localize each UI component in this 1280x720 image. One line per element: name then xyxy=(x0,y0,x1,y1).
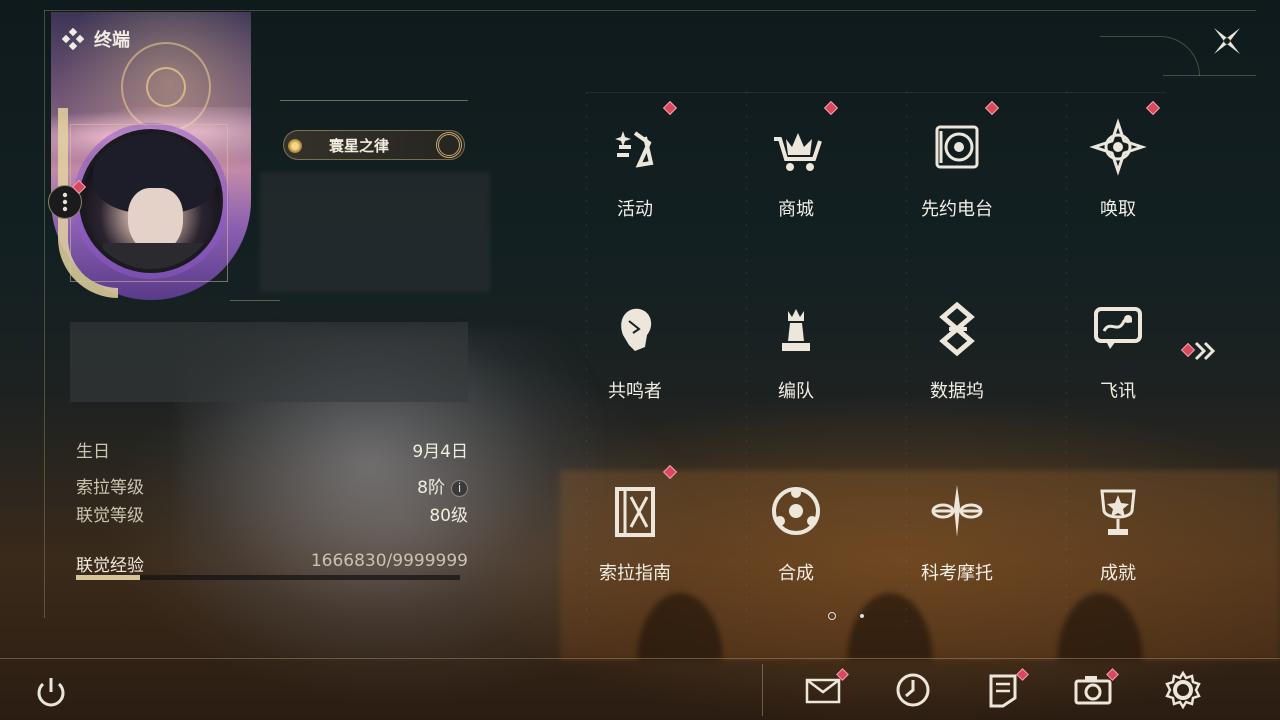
avatar-frame xyxy=(70,124,228,282)
orb-icon xyxy=(436,132,462,158)
menu-item[interactable]: 飞讯 xyxy=(1038,279,1198,461)
menu-item[interactable]: 活动 xyxy=(555,97,715,279)
notification-badge xyxy=(823,100,839,116)
message-icon xyxy=(1094,307,1142,349)
frame-line-top xyxy=(44,10,1256,11)
data-bank-icon xyxy=(939,301,975,357)
menu-item-label: 索拉指南 xyxy=(599,563,671,584)
sun-icon xyxy=(288,139,302,153)
menu-item-label: 先约电台 xyxy=(921,199,993,220)
info-row-union-level: 联觉等级 80级 xyxy=(76,501,468,526)
page-title: 终端 xyxy=(94,30,130,51)
exp-progress-fill xyxy=(76,575,140,580)
info-row-sol-rank: 索拉等级 8阶 i xyxy=(76,473,468,498)
menu-item-label: 科考摩托 xyxy=(921,563,993,584)
mail-button[interactable] xyxy=(803,668,849,710)
close-button[interactable] xyxy=(1206,20,1248,62)
power-icon xyxy=(37,678,65,707)
info-value: 80级 xyxy=(429,506,468,526)
menu-item[interactable]: 商城 xyxy=(716,97,876,279)
blurred-signature xyxy=(70,322,468,402)
motorbike-icon xyxy=(931,485,983,537)
clock-button[interactable] xyxy=(893,670,933,710)
menu-item-label: 飞讯 xyxy=(1100,381,1136,402)
achievement-icon xyxy=(1100,489,1136,535)
menu-item-label: 唤取 xyxy=(1100,199,1136,220)
info-value: 8阶 xyxy=(417,478,445,498)
blurred-region xyxy=(260,172,490,292)
menu-item-label: 成就 xyxy=(1100,563,1136,584)
menu-item-label: 商城 xyxy=(778,199,814,220)
notification-badge xyxy=(1145,100,1161,116)
menu-item[interactable]: 共鸣者 xyxy=(555,279,715,461)
frame-line-right xyxy=(1163,75,1256,76)
synthesis-icon xyxy=(772,487,820,535)
bottom-divider xyxy=(0,658,1280,659)
clock-icon xyxy=(896,673,930,707)
info-row-birthday: 生日 9月4日 xyxy=(76,437,468,462)
orrery-ring-inner xyxy=(146,67,186,107)
info-label: 联觉等级 xyxy=(76,506,144,526)
info-label: 生日 xyxy=(76,442,110,462)
terminal-icon xyxy=(62,28,84,50)
guidebook-icon xyxy=(615,487,655,537)
double-chevron-right-icon xyxy=(1194,341,1216,361)
menu-item[interactable]: 科考摩托 xyxy=(877,461,1037,643)
activity-icon xyxy=(615,131,654,168)
menu-item[interactable]: 索拉指南 xyxy=(555,461,715,643)
header: 终端 xyxy=(62,26,130,52)
pagination xyxy=(828,612,864,620)
settings-icon xyxy=(1165,670,1201,710)
menu-item-label: 合成 xyxy=(778,563,814,584)
divider xyxy=(230,300,280,301)
info-label: 索拉等级 xyxy=(76,478,144,498)
exp-label: 联觉经验 xyxy=(76,556,144,576)
shop-icon xyxy=(774,133,822,171)
close-icon xyxy=(1214,28,1240,54)
bottom-separator xyxy=(762,664,763,716)
frame-corner xyxy=(1100,36,1200,76)
radio-icon xyxy=(935,125,979,169)
notice-button[interactable] xyxy=(983,668,1029,710)
team-icon xyxy=(782,309,810,351)
menu-item-label: 编队 xyxy=(778,381,814,402)
notification-badge xyxy=(662,464,678,480)
menu-item[interactable]: 数据坞 xyxy=(877,279,1037,461)
menu-item-label: 数据坞 xyxy=(930,381,984,402)
title-badge-label: 寰星之律 xyxy=(328,136,389,155)
menu-item[interactable]: 唤取 xyxy=(1038,97,1198,279)
menu-item[interactable]: 成就 xyxy=(1038,461,1198,643)
exp-value: 1666830/9999999 xyxy=(310,551,468,571)
page-indicator[interactable] xyxy=(860,614,864,618)
more-vertical-icon xyxy=(62,192,68,212)
info-icon[interactable]: i xyxy=(451,480,468,497)
menu-item-label: 活动 xyxy=(617,199,653,220)
next-page-button[interactable] xyxy=(1180,338,1224,364)
convene-icon xyxy=(1089,118,1147,176)
menu-item-label: 共鸣者 xyxy=(608,381,662,402)
notification-badge xyxy=(984,100,1000,116)
menu-item[interactable]: 编队 xyxy=(716,279,876,461)
info-value: 9月4日 xyxy=(412,442,468,462)
camera-button[interactable] xyxy=(1073,668,1119,710)
exp-progress-bar xyxy=(76,575,460,580)
title-badge[interactable]: 寰星之律 xyxy=(283,130,465,160)
frame-line-left xyxy=(44,10,45,618)
resonator-icon xyxy=(621,308,652,351)
notification-badge xyxy=(662,100,678,116)
exit-button[interactable] xyxy=(30,672,72,714)
menu-item[interactable]: 先约电台 xyxy=(877,97,1037,279)
settings-button[interactable] xyxy=(1163,670,1203,710)
page-indicator-active[interactable] xyxy=(828,612,836,620)
divider xyxy=(280,100,468,101)
